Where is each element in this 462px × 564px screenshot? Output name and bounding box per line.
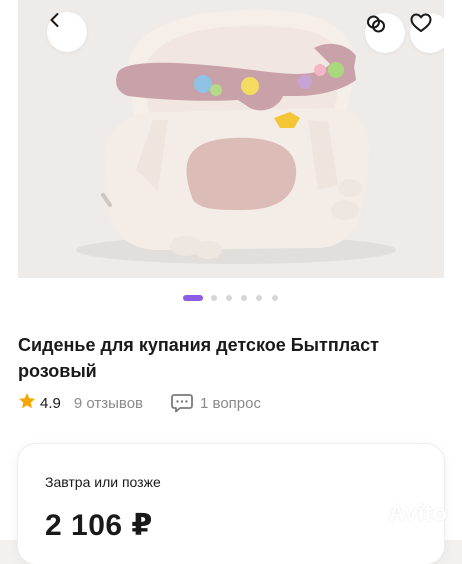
favorite-button[interactable] (410, 13, 444, 53)
product-title: Сиденье для купания детское Бытпласт роз… (18, 335, 379, 381)
rating-value: 4.9 (40, 394, 61, 412)
reviews-link[interactable]: 9 отзывов (74, 395, 143, 412)
avito-logo-icon (357, 501, 385, 528)
compare-button[interactable] (365, 13, 405, 53)
product-gallery-section (0, 0, 462, 318)
avito-watermark: Avito (357, 500, 447, 528)
gallery-pagination (0, 292, 462, 304)
questions-link[interactable]: 1 вопрос (200, 395, 261, 412)
pagination-dot[interactable] (211, 295, 217, 301)
question-bubble-icon[interactable] (171, 393, 193, 413)
price: 2 106 ₽ (45, 509, 153, 542)
pagination-dot[interactable] (256, 295, 262, 301)
pagination-dot[interactable] (272, 295, 278, 301)
back-button[interactable] (47, 12, 87, 52)
pagination-dot-active[interactable] (183, 295, 203, 301)
watermark-text: Avito (388, 500, 448, 527)
product-meta-row: 4.9 9 отзывов 1 вопрос (18, 392, 261, 414)
star-icon (18, 392, 36, 414)
product-photo[interactable] (18, 0, 444, 278)
delivery-label: Завтра или позже (45, 474, 161, 490)
pagination-dot[interactable] (241, 295, 247, 301)
pagination-dot[interactable] (226, 295, 232, 301)
